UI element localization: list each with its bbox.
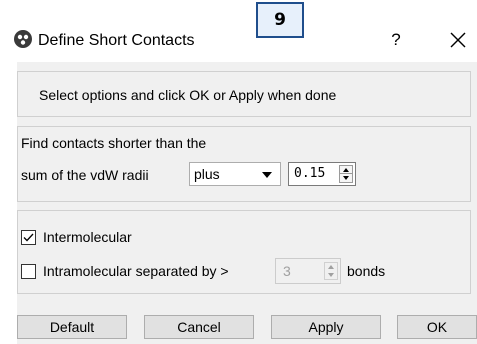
offset-spinbox[interactable]: 0.15 (288, 162, 356, 186)
dialog-body: Select options and click OK or Apply whe… (17, 62, 477, 344)
bond-count-value: 3 (283, 263, 291, 279)
decrement-icon[interactable] (343, 176, 349, 180)
decrement-icon (328, 273, 334, 277)
offset-stepper[interactable] (339, 165, 353, 183)
apply-button[interactable]: Apply (271, 315, 381, 339)
stepper-divider (340, 173, 352, 174)
step-badge: 9 (256, 2, 304, 38)
bond-count-spinbox: 3 (275, 258, 341, 284)
close-icon[interactable] (446, 28, 470, 52)
contact-criteria-panel: Find contacts shorter than the sum of th… (17, 126, 471, 202)
window-title: Define Short Contacts (38, 32, 195, 49)
chevron-down-icon (262, 172, 272, 178)
ok-button[interactable]: OK (397, 315, 477, 339)
bond-count-stepper (324, 262, 338, 280)
hint-text: Select options and click OK or Apply whe… (39, 87, 337, 103)
mode-dropdown[interactable]: plus (189, 162, 281, 186)
bonds-label: bonds (347, 263, 386, 279)
checkmark-icon (23, 233, 34, 242)
increment-icon[interactable] (343, 168, 349, 172)
help-button[interactable]: ? (386, 30, 406, 52)
hint-panel: Select options and click OK or Apply whe… (17, 71, 471, 117)
vdw-radii-label: sum of the vdW radii (21, 167, 149, 183)
increment-icon (328, 265, 334, 269)
app-logo-icon (14, 30, 32, 48)
intermolecular-checkbox[interactable] (21, 230, 36, 245)
contact-criteria-label: Find contacts shorter than the (21, 135, 207, 151)
mode-dropdown-value: plus (194, 166, 220, 182)
default-button[interactable]: Default (17, 315, 127, 339)
intermolecular-label[interactable]: Intermolecular (43, 229, 132, 245)
molecular-options-panel: Intermolecular Intramolecular separated … (17, 210, 471, 294)
intramolecular-checkbox[interactable] (21, 264, 36, 279)
title-bar: Define Short Contacts 9 ? (0, 0, 477, 62)
intramolecular-label[interactable]: Intramolecular separated by > (43, 263, 229, 279)
offset-value: 0.15 (294, 166, 326, 181)
cancel-button[interactable]: Cancel (144, 315, 254, 339)
